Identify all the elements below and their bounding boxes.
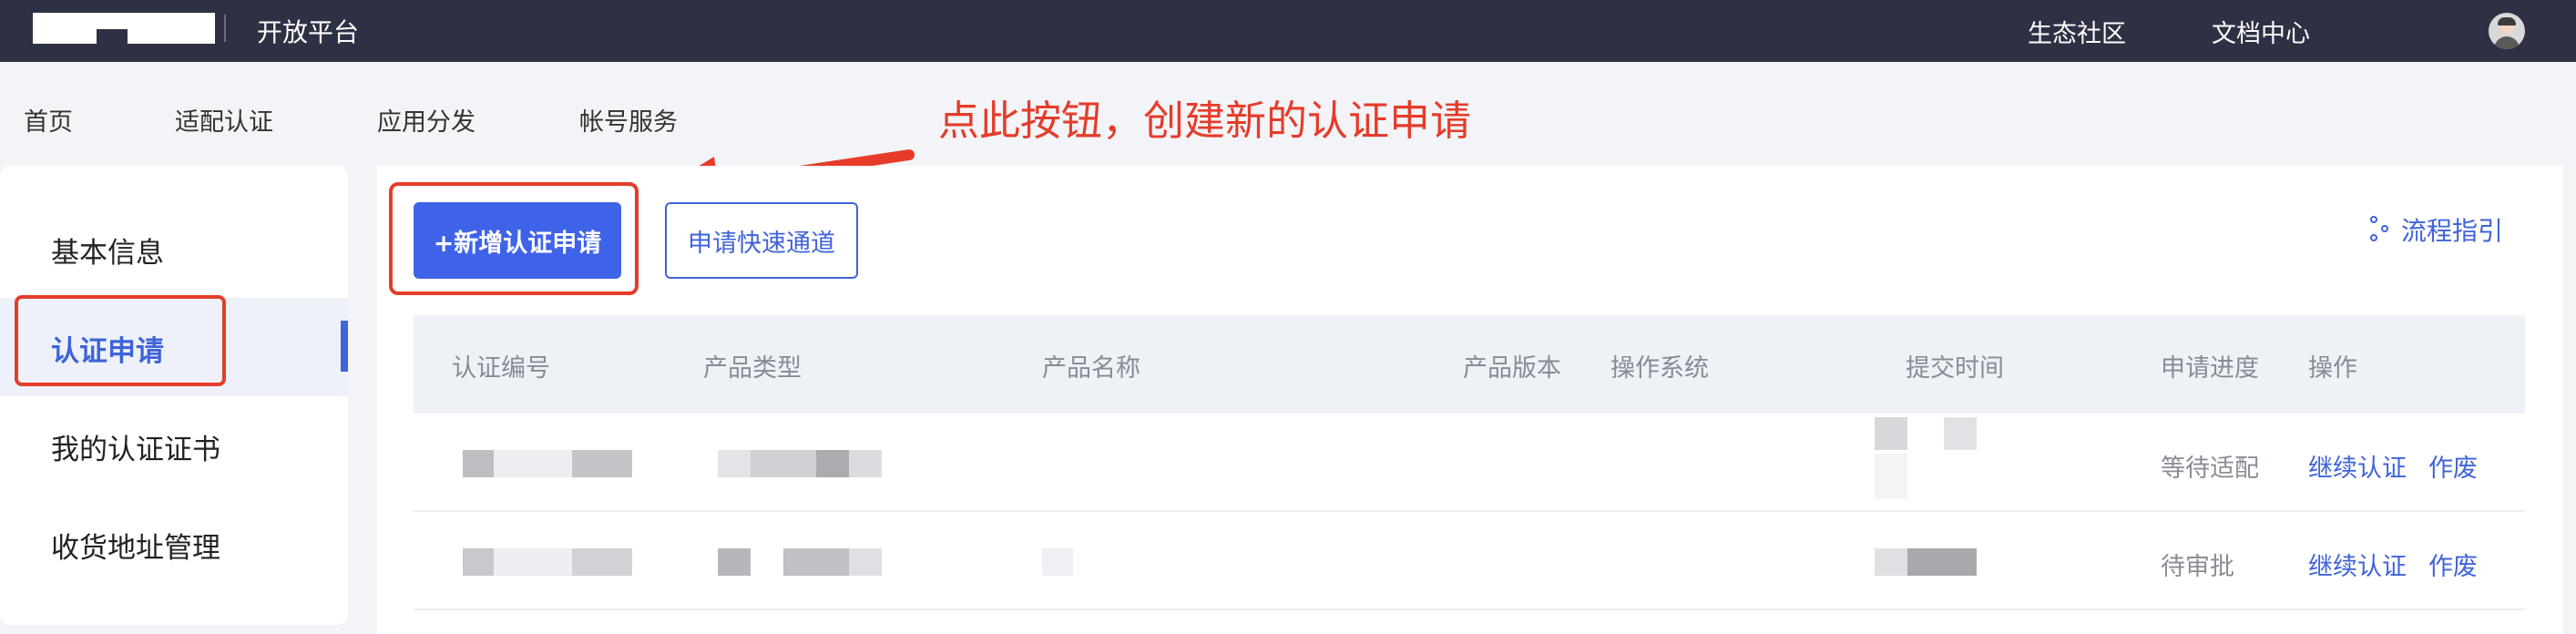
logo[interactable]: UNIONTECH: [33, 13, 215, 44]
column-header-submit-time: 提交时间: [1906, 354, 2004, 383]
redacted-cell: [1944, 417, 1977, 450]
process-guide-label: 流程指引: [2401, 216, 2504, 246]
sidebar-item-my-certificates[interactable]: 我的认证证书: [51, 426, 220, 467]
progress-status: 等待适配: [2161, 455, 2259, 483]
new-cert-application-button[interactable]: +新增认证申请: [414, 202, 621, 279]
nav-item-account-service[interactable]: 帐号服务: [579, 102, 678, 138]
redacted-cell: [816, 450, 849, 477]
redacted-cell: [1907, 548, 1977, 576]
redacted-cell: [849, 548, 882, 576]
continue-cert-link[interactable]: 继续认证: [2308, 448, 2407, 484]
sidebar-highlight-box: [15, 295, 226, 386]
table-header: 认证编号 产品类型 产品名称 产品版本 操作系统 提交时间 申请进度 操作: [414, 315, 2525, 414]
redacted-cell: [463, 450, 494, 477]
continue-cert-link[interactable]: 继续认证: [2308, 547, 2407, 582]
redacted-cell: [572, 548, 632, 576]
redacted-cell: [1875, 454, 1907, 499]
column-header-os: 操作系统: [1610, 354, 1709, 383]
table-row: [414, 610, 2525, 634]
nav-item-adapt-cert[interactable]: 适配认证: [175, 102, 273, 138]
topbar-link-docs[interactable]: 文档中心: [2212, 14, 2310, 49]
column-header-product-type: 产品类型: [703, 354, 802, 383]
annotation-text: 点此按钮，创建新的认证申请: [938, 97, 1472, 145]
redacted-cell: [751, 450, 816, 477]
sidebar: 基本信息 认证申请 我的认证证书 收货地址管理: [0, 166, 348, 625]
void-link[interactable]: 作废: [2428, 547, 2478, 582]
redacted-cell: [494, 450, 572, 477]
process-guide-link[interactable]: 流程指引: [2368, 211, 2503, 248]
platform-title: 开放平台: [257, 17, 360, 47]
logo-block-right: [128, 13, 215, 44]
avatar[interactable]: [2489, 13, 2525, 49]
column-header-product-name: 产品名称: [1042, 354, 1140, 383]
sidebar-active-indicator: [341, 321, 348, 372]
redacted-cell: [718, 450, 751, 477]
sidebar-item-address[interactable]: 收货地址管理: [51, 525, 220, 566]
logo-text: UNIONTECH: [86, 15, 133, 22]
void-link[interactable]: 作废: [2428, 448, 2478, 484]
sidebar-item-basic-info[interactable]: 基本信息: [51, 230, 164, 271]
progress-status: 待审批: [2161, 553, 2234, 581]
topbar-link-community[interactable]: 生态社区: [2028, 14, 2126, 49]
column-header-product-version: 产品版本: [1463, 354, 1561, 383]
redacted-cell: [494, 548, 572, 576]
redacted-cell: [718, 548, 751, 576]
nav-item-app-distribution[interactable]: 应用分发: [377, 102, 475, 138]
table-row: 等待适配 继续认证 作废: [414, 414, 2525, 512]
redacted-cell: [1875, 417, 1907, 450]
nav-item-home[interactable]: 首页: [24, 102, 73, 138]
topbar-divider: [224, 15, 226, 42]
redacted-cell: [849, 450, 882, 477]
redacted-cell: [783, 548, 849, 576]
column-header-progress: 申请进度: [2161, 354, 2259, 383]
redacted-cell: [1042, 548, 1073, 576]
redacted-cell: [1875, 548, 1907, 576]
column-header-actions: 操作: [2308, 354, 2357, 383]
flow-icon: [2368, 216, 2392, 243]
redacted-cell: [463, 548, 494, 576]
table-row: 待审批 继续认证 作废: [414, 512, 2525, 610]
redacted-cell: [572, 450, 632, 477]
column-header-cert-number: 认证编号: [452, 354, 550, 383]
fast-channel-button[interactable]: 申请快速通道: [665, 202, 858, 279]
top-bar: UNIONTECH 开放平台 生态社区 文档中心: [0, 0, 2576, 62]
